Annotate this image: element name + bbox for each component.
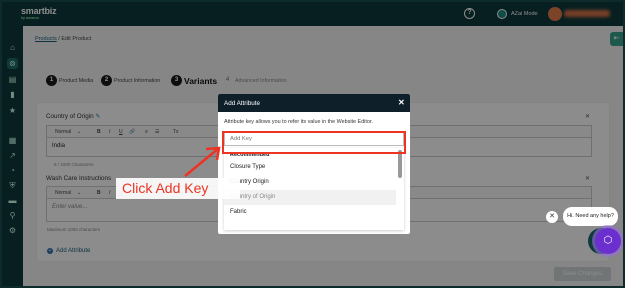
dropdown-option[interactable]: Closure Type xyxy=(224,160,396,175)
app-window: smartbiz by amazon ? AZai Mode ⌂ ⊚ ▤ ▮ ★… xyxy=(2,2,623,286)
chat-close-icon[interactable]: ✕ xyxy=(546,211,558,223)
close-icon[interactable]: ✕ xyxy=(398,98,405,107)
modal-header: Add Attribute ✕ xyxy=(218,94,410,112)
chat-greeting[interactable]: Hi. Need any help? xyxy=(563,207,618,226)
dropdown-scrollbar[interactable] xyxy=(398,150,402,178)
dropdown-option[interactable]: Country of Origin xyxy=(224,190,396,205)
highlight-box xyxy=(222,131,406,154)
key-suggestions-dropdown: Recommended Closure Type Country Origin … xyxy=(224,148,404,230)
add-attribute-modal: Add Attribute ✕ Attribute key allows you… xyxy=(218,94,410,234)
dropdown-option[interactable]: Fabric xyxy=(224,205,396,220)
chat-launcher-icon[interactable]: ⬡ xyxy=(595,228,621,254)
callout-label: Click Add Key xyxy=(116,178,240,199)
dropdown-option[interactable]: Country Origin xyxy=(224,175,396,190)
modal-description: Attribute key allows you to refer its va… xyxy=(224,119,373,125)
modal-title: Add Attribute xyxy=(224,100,261,107)
